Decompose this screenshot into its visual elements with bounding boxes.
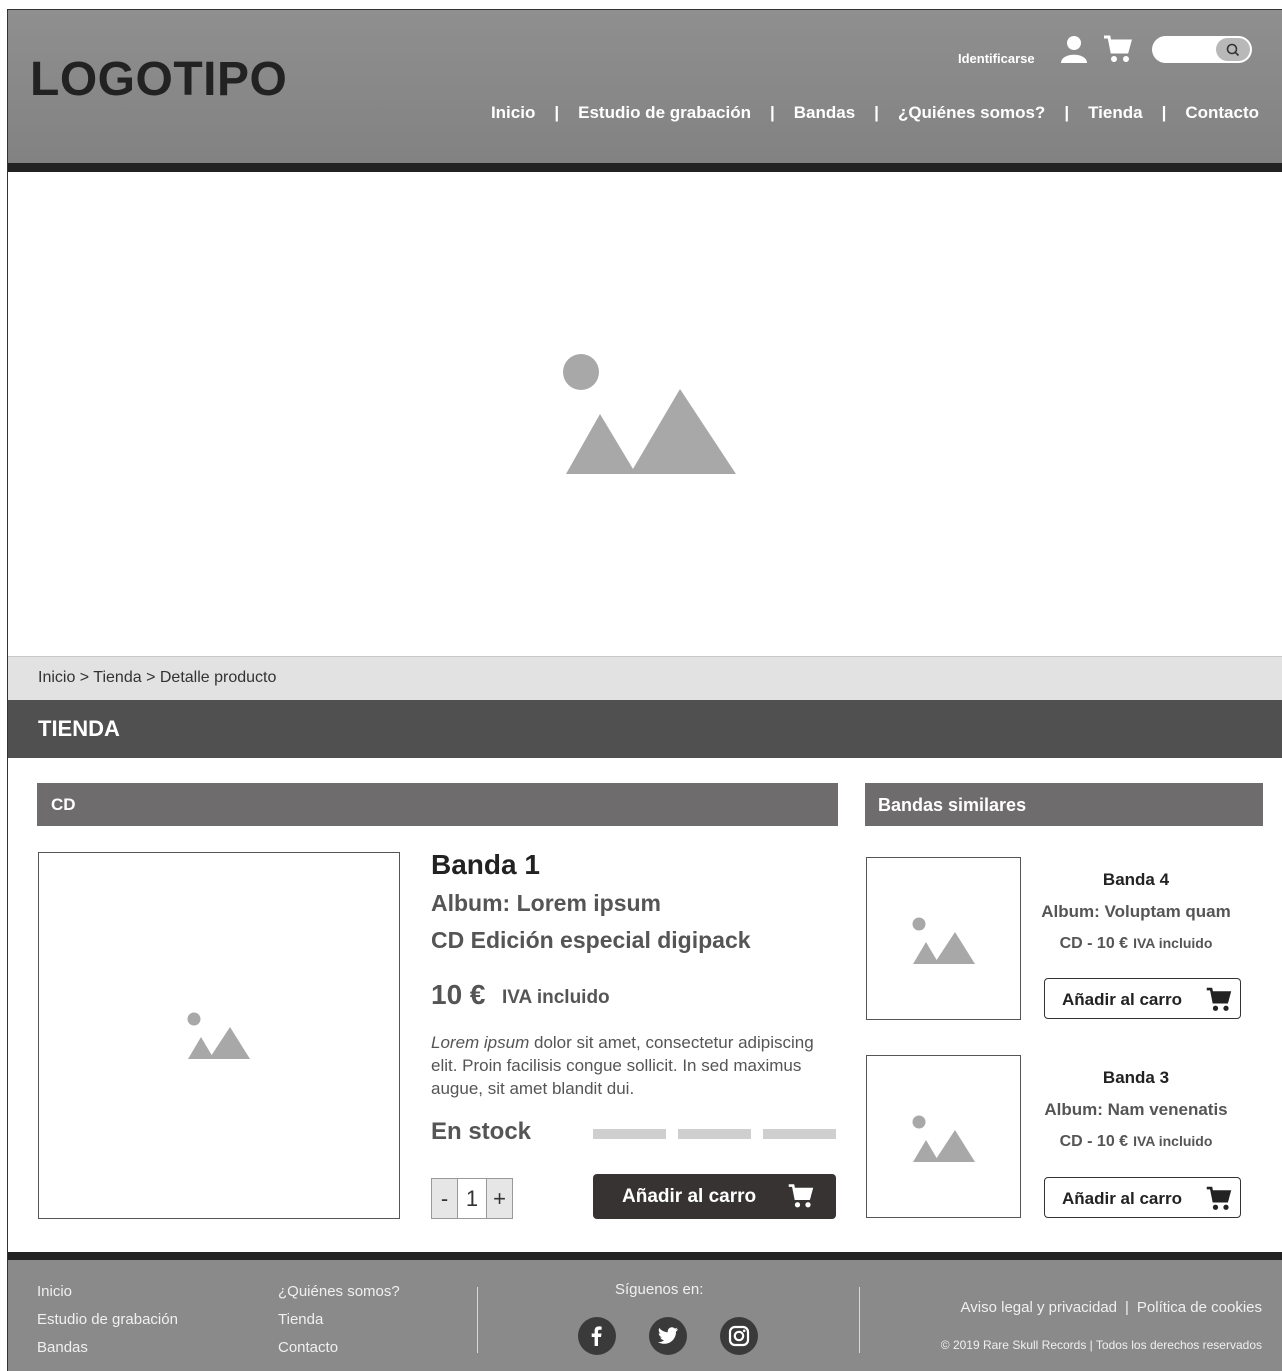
instagram-glyph xyxy=(728,1325,750,1347)
description-emphasis: Lorem ipsum xyxy=(431,1033,530,1052)
breadcrumb: Inicio > Tienda > Detalle producto xyxy=(8,656,1282,700)
footer-divider-line xyxy=(859,1287,860,1353)
similar-band-album: Album: Voluptam quam xyxy=(1041,902,1231,921)
stock-indicator xyxy=(593,1129,836,1139)
footer-divider xyxy=(8,1252,1282,1260)
cart-icon xyxy=(1206,1186,1232,1210)
product-album: Album: Lorem ipsum xyxy=(431,890,662,916)
similar-band-price: CD - 10 € IVA incluido xyxy=(1026,935,1246,953)
similar-title: Bandas similares xyxy=(878,795,1027,815)
nav-separator: | xyxy=(769,103,775,122)
facebook-icon[interactable] xyxy=(578,1317,616,1355)
similar-band-name[interactable]: Banda 3 xyxy=(1026,1068,1246,1088)
legal-separator: | xyxy=(1125,1299,1129,1316)
twitter-icon[interactable] xyxy=(649,1317,687,1355)
footer-link-quienes[interactable]: ¿Quiénes somos? xyxy=(278,1283,400,1300)
breadcrumb-text[interactable]: Inicio > Tienda > Detalle producto xyxy=(38,669,276,687)
image-placeholder-icon xyxy=(912,1115,975,1162)
instagram-icon[interactable] xyxy=(720,1317,758,1355)
product-edition: CD Edición especial digipack xyxy=(431,927,751,953)
similar-add-to-cart-button[interactable]: Añadir al carro xyxy=(1044,1177,1241,1218)
nav-inicio[interactable]: Inicio xyxy=(491,103,535,123)
footer-link-tienda[interactable]: Tienda xyxy=(278,1311,323,1328)
image-placeholder-icon xyxy=(912,917,975,964)
footer-link-contacto[interactable]: Contacto xyxy=(278,1339,338,1356)
legal-links: Aviso legal y privacidad | Política de coo… xyxy=(961,1299,1262,1316)
product-image xyxy=(38,852,400,1219)
nav-separator: | xyxy=(1064,103,1070,122)
footer-link-inicio[interactable]: Inicio xyxy=(37,1283,72,1300)
nav-tienda[interactable]: Tienda xyxy=(1088,103,1142,123)
legal-link-privacy[interactable]: Aviso legal y privacidad xyxy=(961,1299,1117,1316)
similar-tax-note: IVA incluido xyxy=(1133,1133,1213,1149)
nav-separator: | xyxy=(874,103,879,122)
category-title: CD xyxy=(51,795,76,814)
similar-band-name[interactable]: Banda 4 xyxy=(1026,870,1246,890)
copyright: © 2019 Rare Skull Records | Todos los de… xyxy=(940,1338,1262,1352)
hero-image-placeholder-icon xyxy=(563,354,736,474)
image-placeholder-icon xyxy=(187,1012,250,1059)
logo[interactable]: LOGOTIPO xyxy=(30,52,287,107)
nav-separator: | xyxy=(554,103,560,122)
footer-divider-line xyxy=(477,1287,478,1353)
cart-icon xyxy=(788,1184,814,1208)
page-title: TIENDA xyxy=(38,716,120,741)
follow-label: Síguenos en: xyxy=(615,1281,704,1298)
similar-band-image[interactable] xyxy=(866,857,1021,1020)
facebook-glyph xyxy=(591,1326,602,1346)
main-nav: Inicio | Estudio de grabación | Bandas |… xyxy=(491,103,1259,123)
quantity-value[interactable]: 1 xyxy=(457,1179,487,1218)
category-header: CD xyxy=(37,783,838,826)
header-divider xyxy=(8,163,1282,172)
similar-price-value: CD - 10 € xyxy=(1059,1133,1129,1150)
cart-icon xyxy=(1206,987,1232,1011)
legal-link-cookies[interactable]: Política de cookies xyxy=(1137,1299,1262,1316)
quantity-decrease-button[interactable]: - xyxy=(432,1179,457,1218)
similar-header: Bandas similares xyxy=(865,783,1263,826)
nav-estudio[interactable]: Estudio de grabación xyxy=(578,103,751,123)
footer-link-estudio[interactable]: Estudio de grabación xyxy=(37,1311,178,1328)
nav-separator: | xyxy=(1161,103,1167,122)
search-icon xyxy=(1226,43,1240,56)
user-icon[interactable] xyxy=(1060,34,1088,64)
nav-contacto[interactable]: Contacto xyxy=(1185,103,1259,123)
add-to-cart-button[interactable]: Añadir al carro xyxy=(593,1174,836,1219)
quantity-stepper: - 1 + xyxy=(431,1178,513,1219)
search-input[interactable] xyxy=(1152,36,1252,63)
product-description: Lorem ipsum dolor sit amet, consectetur … xyxy=(431,1031,821,1100)
product-band: Banda 1 xyxy=(431,849,540,880)
similar-tax-note: IVA incluido xyxy=(1133,935,1213,951)
similar-band-price: CD - 10 € IVA incluido xyxy=(1026,1133,1246,1151)
product-price: 10 € xyxy=(431,979,486,1010)
stock-bar xyxy=(763,1129,836,1139)
nav-bandas[interactable]: Bandas xyxy=(794,103,855,123)
add-to-cart-label: Añadir al carro xyxy=(622,1186,757,1207)
stock-status: En stock xyxy=(431,1118,532,1145)
similar-add-label: Añadir al carro xyxy=(1062,1189,1182,1208)
similar-add-label: Añadir al carro xyxy=(1062,990,1182,1009)
login-link[interactable]: Identificarse xyxy=(958,51,1035,66)
cart-icon[interactable] xyxy=(1102,34,1134,64)
similar-price-value: CD - 10 € xyxy=(1059,935,1129,952)
search-button[interactable] xyxy=(1216,38,1250,61)
twitter-glyph xyxy=(658,1327,679,1344)
footer-link-bandas[interactable]: Bandas xyxy=(37,1339,88,1356)
quantity-increase-button[interactable]: + xyxy=(487,1179,512,1218)
nav-quienes[interactable]: ¿Quiénes somos? xyxy=(898,103,1045,123)
section-title-bar: TIENDA xyxy=(8,700,1282,758)
similar-band-image[interactable] xyxy=(866,1055,1021,1218)
stock-bar xyxy=(593,1129,666,1139)
similar-band-album: Album: Nam venenatis xyxy=(1044,1100,1228,1119)
stock-bar xyxy=(678,1129,751,1139)
product-tax-note: IVA incluido xyxy=(502,987,610,1008)
similar-add-to-cart-button[interactable]: Añadir al carro xyxy=(1044,978,1241,1019)
